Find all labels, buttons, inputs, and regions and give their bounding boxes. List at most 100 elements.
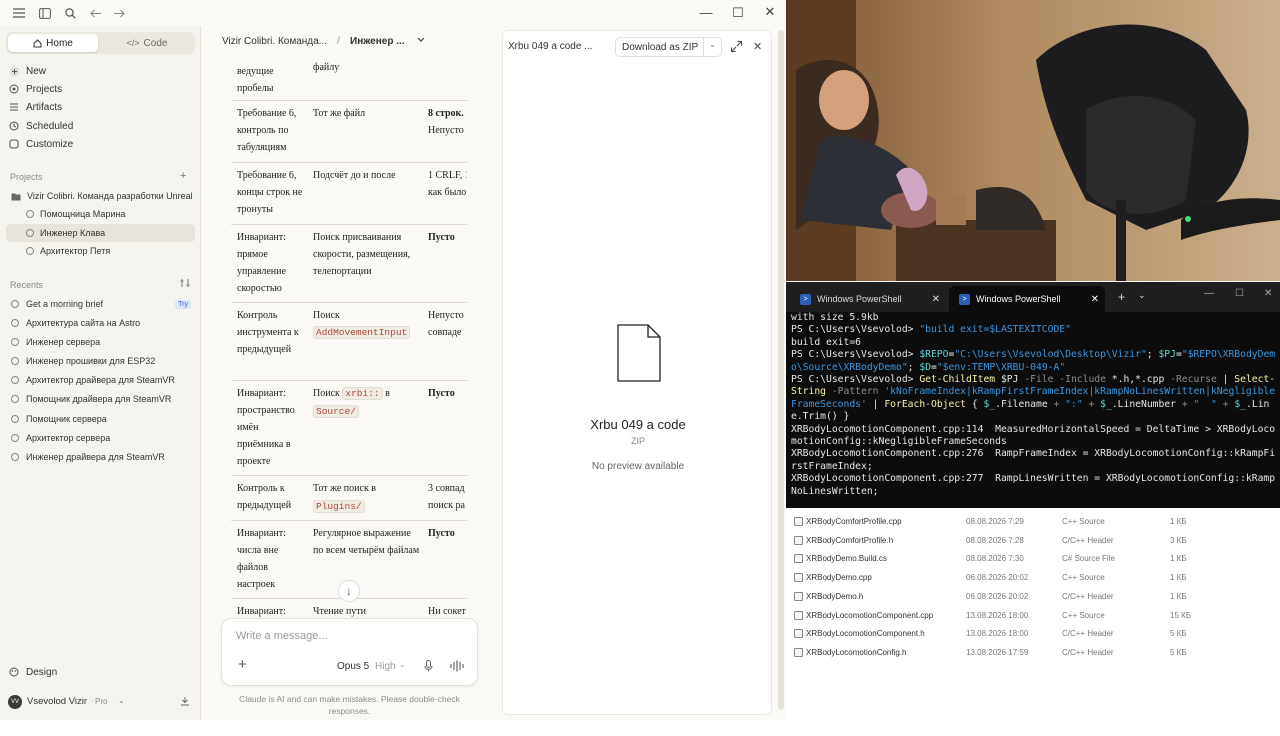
file-name: XRBodyDemo.cpp: [806, 573, 872, 583]
filter-icon[interactable]: [180, 278, 190, 288]
token: .Filename: [995, 398, 1054, 410]
recent-item[interactable]: Архитектор драйвера для SteamVR: [6, 371, 195, 389]
design-icon: [8, 666, 20, 678]
close-artifact-icon[interactable]: ✕: [753, 40, 762, 53]
results-table: ведущие пробелы файлу Требование 6, конт…: [231, 59, 467, 629]
terminal-tab[interactable]: > Windows PowerShell ✕: [790, 286, 946, 312]
add-attachment-icon[interactable]: +: [238, 656, 247, 673]
chevron-down-icon[interactable]: ⌄: [399, 660, 406, 669]
recent-item[interactable]: Помощник сервера: [6, 410, 195, 428]
close-tab-icon[interactable]: ✕: [1091, 294, 1099, 305]
maximize-button[interactable]: ☐: [1235, 288, 1244, 299]
cell-text: Непусто: [428, 310, 464, 321]
minimize-button[interactable]: —: [690, 5, 722, 20]
user-plan: Pro: [95, 697, 108, 706]
nav-design[interactable]: Design: [8, 663, 57, 681]
file-size: 15 КБ: [1170, 610, 1192, 620]
file-row[interactable]: XRBodyDemo.h 06.08.2026 20:02 C/C++ Header…: [786, 587, 1280, 606]
project-chat-label: Инженер Клава: [40, 228, 106, 238]
user-name[interactable]: Vsevolod Vizir: [27, 696, 87, 707]
tab-code[interactable]: </> Code: [102, 34, 192, 52]
file-row[interactable]: XRBodyComfortProfile.h 08.08.2026 7:28 C/C…: [786, 531, 1280, 550]
scroll-to-bottom-button[interactable]: ↓: [338, 580, 360, 602]
microphone-icon[interactable]: [424, 660, 433, 672]
minimize-button[interactable]: —: [1204, 288, 1214, 299]
add-project-icon[interactable]: +: [180, 170, 186, 182]
chat-circle-icon: [11, 415, 19, 423]
file-size: 5 КБ: [1170, 629, 1187, 639]
nav-customize[interactable]: Customize: [8, 135, 73, 153]
arrow-down-icon: ↓: [346, 584, 352, 598]
new-tab-icon[interactable]: +: [1118, 290, 1125, 304]
chevron-down-icon[interactable]: [417, 37, 425, 43]
model-selector[interactable]: Opus 5: [337, 661, 369, 672]
close-window-button[interactable]: ✕: [1264, 288, 1272, 299]
nav-projects[interactable]: Projects: [8, 80, 62, 98]
nav-scheduled[interactable]: Scheduled: [8, 117, 73, 135]
file-name: XRBodyComfortProfile.cpp: [806, 517, 902, 526]
projects-icon: [8, 83, 20, 95]
recent-item[interactable]: Архитектор сервера: [6, 429, 195, 447]
token: $_: [983, 398, 996, 410]
breadcrumb-chat[interactable]: Инженер ...: [350, 36, 405, 47]
recent-item[interactable]: Архитектура сайта на Astro: [6, 314, 195, 332]
file-type: C/C++ Header: [1062, 535, 1114, 545]
file-row[interactable]: XRBodyLocomotionConfig.h 13.08.2026 17:59…: [786, 643, 1280, 662]
chevron-down-icon[interactable]: ⌄: [1138, 290, 1146, 301]
terminal-tab-active[interactable]: > Windows PowerShell ✕: [949, 286, 1105, 312]
recent-label: Помощник драйвера для SteamVR: [26, 394, 172, 404]
tab-home[interactable]: Home: [8, 34, 98, 52]
cell-text: Непусто: [428, 125, 464, 136]
table-cell: Тот же файл: [313, 108, 366, 119]
table-cell: Требование 6, концы строк не тронуты: [237, 170, 303, 215]
recent-item[interactable]: Инженер сервера: [6, 333, 195, 351]
terminal-output[interactable]: with size 5.9kb PS C:\Users\Vsevolod> "b…: [791, 312, 1277, 508]
file-row[interactable]: XRBodyDemo.cpp 06.08.2026 20:02 C++ Source…: [786, 568, 1280, 587]
file-row[interactable]: XRBodyLocomotionComponent.cpp 13.08.2026 …: [786, 606, 1280, 625]
sidebar-toggle-icon[interactable]: [34, 2, 56, 24]
inline-code: AddMovementInput: [313, 326, 411, 339]
recent-item[interactable]: Get a morning brief Try: [6, 295, 195, 313]
recent-item[interactable]: Инженер прошивки для ESP32: [6, 352, 195, 370]
file-row[interactable]: XRBodyDemo.Build.cs 08.08.2026 7:30 C# Sou…: [786, 549, 1280, 568]
nav-artifacts[interactable]: Artifacts: [8, 98, 62, 116]
project-folder[interactable]: Vizir Colibri. Команда разработки Unreal: [6, 187, 195, 205]
maximize-button[interactable]: ☐: [722, 5, 754, 21]
chevron-down-icon[interactable]: ⌄: [709, 40, 716, 49]
nav-new[interactable]: New: [8, 62, 46, 80]
nav-customize-label: Customize: [26, 138, 74, 150]
project-chat-marina[interactable]: Помощница Марина: [6, 205, 195, 223]
table-cell: Инвариант: пространство имён приёмника в…: [237, 388, 295, 467]
table-cell: Подсчёт до и после: [313, 170, 396, 181]
expand-icon[interactable]: [731, 41, 742, 52]
recent-item[interactable]: Помощник драйвера для SteamVR: [6, 390, 195, 408]
close-tab-icon[interactable]: ✕: [932, 294, 940, 305]
recent-item[interactable]: Инженер драйвера для SteamVR: [6, 448, 195, 466]
file-row[interactable]: XRBodyComfortProfile.cpp 08.08.2026 7:29 C…: [786, 512, 1280, 531]
table-cell: Пусто: [428, 232, 455, 243]
effort-selector[interactable]: High: [375, 661, 396, 672]
forward-arrow-icon[interactable]: [108, 2, 130, 24]
file-row[interactable]: XRBodyLocomotionComponent.h 13.08.2026 18…: [786, 624, 1280, 643]
token: "$env:TEMP\XRBU-049-A": [936, 361, 1066, 373]
window-scrollbar[interactable]: [778, 30, 784, 710]
project-chat-petya[interactable]: Архитектор Петя: [6, 242, 195, 260]
download-zip-button[interactable]: Download as ZIP ⌄: [615, 37, 722, 57]
avatar[interactable]: VV: [8, 695, 22, 709]
menu-icon[interactable]: [8, 2, 30, 24]
table-cell: 8 строк. Непусто: [428, 105, 467, 139]
token: Get-ChildItem: [919, 374, 996, 386]
chevron-down-icon[interactable]: ⌄: [118, 696, 125, 705]
voice-mode-icon[interactable]: [450, 660, 464, 672]
project-chat-klava[interactable]: Инженер Клава: [6, 224, 195, 242]
table-row: Инвариант: пространство имён приёмника в…: [231, 381, 467, 476]
close-window-button[interactable]: ✕: [754, 4, 786, 20]
back-arrow-icon[interactable]: [84, 2, 106, 24]
chat-circle-icon: [26, 229, 34, 237]
message-input[interactable]: Write a message...: [236, 630, 328, 642]
file-icon: [794, 591, 803, 601]
download-icon[interactable]: [180, 696, 190, 706]
search-icon[interactable]: [59, 2, 81, 24]
file-icon: [794, 535, 803, 545]
breadcrumb-project[interactable]: Vizir Colibri. Команда...: [222, 36, 327, 47]
